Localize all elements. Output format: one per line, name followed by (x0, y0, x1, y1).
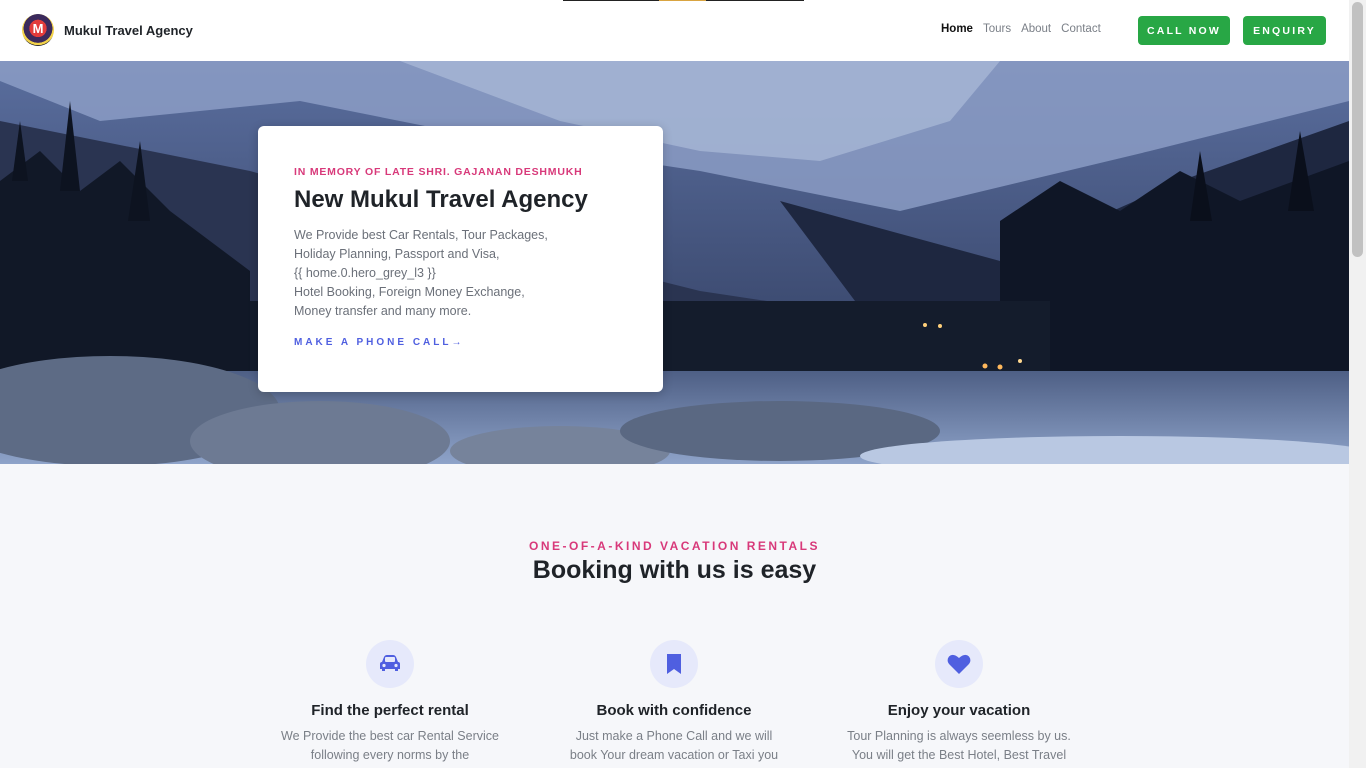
page: M Mukul Travel Agency Home Tours About C… (0, 0, 1349, 768)
scrollbar-thumb[interactable] (1352, 2, 1363, 257)
nav-links: Home Tours About Contact (941, 23, 1111, 35)
feature-book-confidence: Book with confidence Just make a Phone C… (554, 640, 794, 765)
bookmark-icon (650, 640, 698, 688)
hero-desc-line: Money transfer and many more. (294, 304, 472, 318)
car-icon (366, 640, 414, 688)
feature-title: Find the perfect rental (311, 702, 469, 719)
feature-text: We Provide the best car Rental Service f… (281, 729, 499, 762)
brand-link[interactable]: M Mukul Travel Agency (22, 14, 193, 46)
nav-about[interactable]: About (1021, 23, 1051, 35)
hero-description: We Provide best Car Rentals, Tour Packag… (294, 226, 627, 321)
feature-title: Enjoy your vacation (887, 702, 1031, 719)
hero-desc-line: Holiday Planning, Passport and Visa, (294, 247, 500, 261)
hero-title: New Mukul Travel Agency (294, 186, 588, 213)
hero-eyebrow: IN MEMORY OF LATE SHRI. GAJANAN DESHMUKH (294, 166, 583, 178)
nav-tours[interactable]: Tours (983, 23, 1011, 35)
hero-section: IN MEMORY OF LATE SHRI. GAJANAN DESHMUKH… (0, 61, 1349, 464)
heart-icon (935, 640, 983, 688)
make-phone-call-link[interactable]: MAKE A PHONE CALL→ (294, 337, 627, 348)
call-now-button[interactable]: CALL NOW (1138, 16, 1230, 45)
brand-name: Mukul Travel Agency (64, 22, 193, 38)
navbar: M Mukul Travel Agency Home Tours About C… (0, 0, 1349, 61)
scrollbar[interactable] (1349, 0, 1366, 768)
nav-contact[interactable]: Contact (1061, 23, 1101, 35)
feature-title: Book with confidence (596, 702, 752, 719)
booking-section: ONE-OF-A-KIND VACATION RENTALS Booking w… (0, 464, 1349, 768)
hero-desc-line: We Provide best Car Rentals, Tour Packag… (294, 228, 548, 242)
enquiry-button[interactable]: ENQUIRY (1243, 16, 1326, 45)
hero-background-image (0, 61, 1349, 464)
hero-desc-line: Hotel Booking, Foreign Money Exchange, (294, 285, 525, 299)
nav-home[interactable]: Home (941, 23, 973, 35)
feature-text: Tour Planning is always seemless by us. … (847, 729, 1071, 762)
booking-title: Booking with us is easy (532, 556, 817, 584)
hero-desc-line: {{ home.0.hero_grey_l3 }} (294, 266, 436, 280)
logo: M (22, 14, 54, 46)
hero-card: IN MEMORY OF LATE SHRI. GAJANAN DESHMUKH… (258, 126, 663, 392)
feature-text: Just make a Phone Call and we will book … (569, 729, 779, 762)
feature-find-rental: Find the perfect rental We Provide the b… (270, 640, 510, 765)
booking-eyebrow: ONE-OF-A-KIND VACATION RENTALS (529, 539, 820, 553)
feature-enjoy-vacation: Enjoy your vacation Tour Planning is alw… (839, 640, 1079, 765)
page-load-progress (563, 0, 804, 1)
